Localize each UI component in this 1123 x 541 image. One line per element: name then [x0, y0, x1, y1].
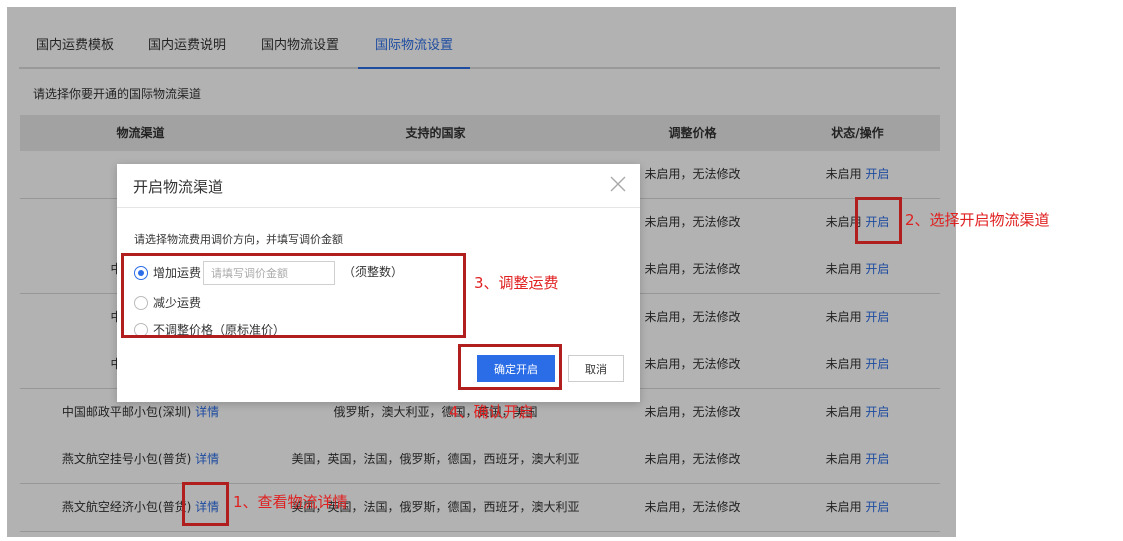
dialog-description: 请选择物流费用调价方向，并填写调价金额	[134, 233, 343, 246]
annotation-step4: 4、确认开启	[449, 403, 534, 421]
radio-decrease-indicator[interactable]	[134, 295, 148, 310]
radio-no-adjust-label: 不调整价格（原标准价）	[153, 323, 286, 337]
annotation-step3: 3、调整运费	[474, 274, 559, 292]
radio-no-adjust-indicator[interactable]	[134, 322, 148, 337]
open-channel-dialog: 开启物流渠道 请选择物流费用调价方向，并填写调价金额 增加运费 （须整数） 减少…	[117, 164, 640, 402]
cancel-button[interactable]: 取消	[568, 355, 624, 382]
annotation-step1: 1、查看物流详情	[233, 493, 348, 511]
close-icon[interactable]	[608, 174, 628, 194]
confirm-open-button[interactable]: 确定开启	[477, 355, 555, 382]
radio-increase-label: 增加运费	[153, 266, 202, 280]
annotation-step2: 2、选择开启物流渠道	[905, 211, 1050, 229]
adjust-amount-input[interactable]	[203, 261, 335, 285]
dialog-divider	[117, 207, 640, 208]
radio-increase-indicator[interactable]	[134, 265, 148, 280]
radio-decrease[interactable]: 减少运费	[134, 292, 201, 314]
radio-no-adjust[interactable]: 不调整价格（原标准价）	[134, 319, 285, 341]
dialog-title: 开启物流渠道	[133, 178, 224, 196]
radio-decrease-label: 减少运费	[153, 296, 202, 310]
integer-note: （须整数）	[343, 265, 404, 279]
radio-increase[interactable]: 增加运费	[134, 262, 201, 284]
